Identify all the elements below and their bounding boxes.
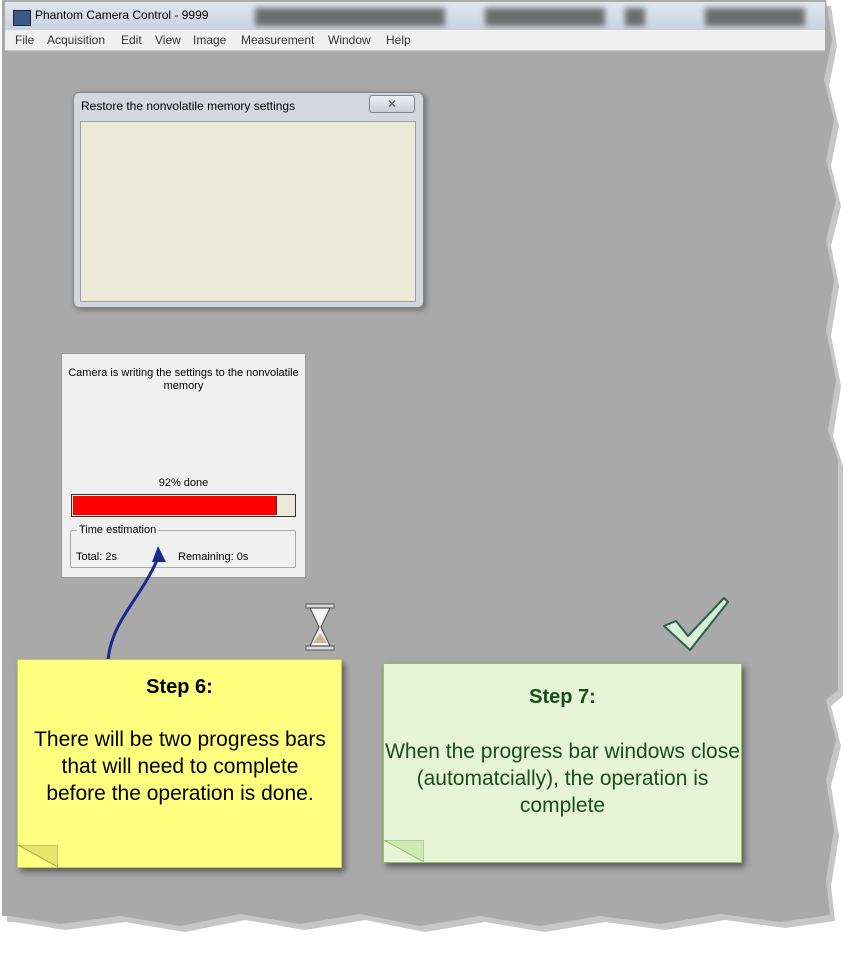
blurred-region xyxy=(705,8,805,26)
menu-measurement[interactable]: Measurement xyxy=(241,33,314,47)
menu-view[interactable]: View xyxy=(155,33,181,47)
checkmark-icon xyxy=(663,597,729,651)
menu-edit[interactable]: Edit xyxy=(121,33,142,47)
restore-dialog-body xyxy=(80,121,416,302)
page-fold xyxy=(384,840,424,862)
page-fold xyxy=(18,845,58,867)
step6-heading: Step 6: xyxy=(146,676,213,698)
step6-body: There will be two progress bars that wil… xyxy=(34,728,326,805)
hourglass-icon xyxy=(305,603,335,651)
progress-dialog: Camera is writing the settings to the no… xyxy=(61,353,306,578)
step6-note: Step 6: There will be two progress bars … xyxy=(17,659,342,868)
menu-acquisition[interactable]: Acquisition xyxy=(47,33,105,47)
progress-bar xyxy=(71,494,296,517)
step7-body: When the progress bar windows close (aut… xyxy=(385,740,740,817)
screenshot: Phantom Camera Control - 9999 File Acqui… xyxy=(0,0,853,955)
step7-note: Step 7: When the progress bar windows cl… xyxy=(383,663,742,863)
menu-help[interactable]: Help xyxy=(386,33,411,47)
progress-message: Camera is writing the settings to the no… xyxy=(68,367,299,392)
menu-bar: File Acquisition Edit View Image Measure… xyxy=(5,30,825,51)
menu-file[interactable]: File xyxy=(15,33,34,47)
blurred-region xyxy=(625,8,645,26)
restore-dialog: Restore the nonvolatile memory settings … xyxy=(73,92,424,308)
progress-fill xyxy=(73,496,277,515)
restore-dialog-title: Restore the nonvolatile memory settings xyxy=(81,99,296,113)
menu-window[interactable]: Window xyxy=(328,33,371,47)
app-icon xyxy=(13,10,31,26)
progress-percent: 92% done xyxy=(158,477,209,489)
close-icon[interactable]: ✕ xyxy=(369,95,415,113)
blurred-region xyxy=(485,8,605,26)
blurred-region xyxy=(255,8,445,26)
step7-heading: Step 7: xyxy=(529,686,596,708)
title-bar: Phantom Camera Control - 9999 xyxy=(5,2,825,30)
remaining-time: Remaining: 0s xyxy=(178,551,249,563)
time-estimation-label: Time estimation xyxy=(77,524,159,536)
window-title: Phantom Camera Control - 9999 xyxy=(35,8,209,22)
arrow-pointer xyxy=(106,546,166,661)
menu-image[interactable]: Image xyxy=(193,33,226,47)
